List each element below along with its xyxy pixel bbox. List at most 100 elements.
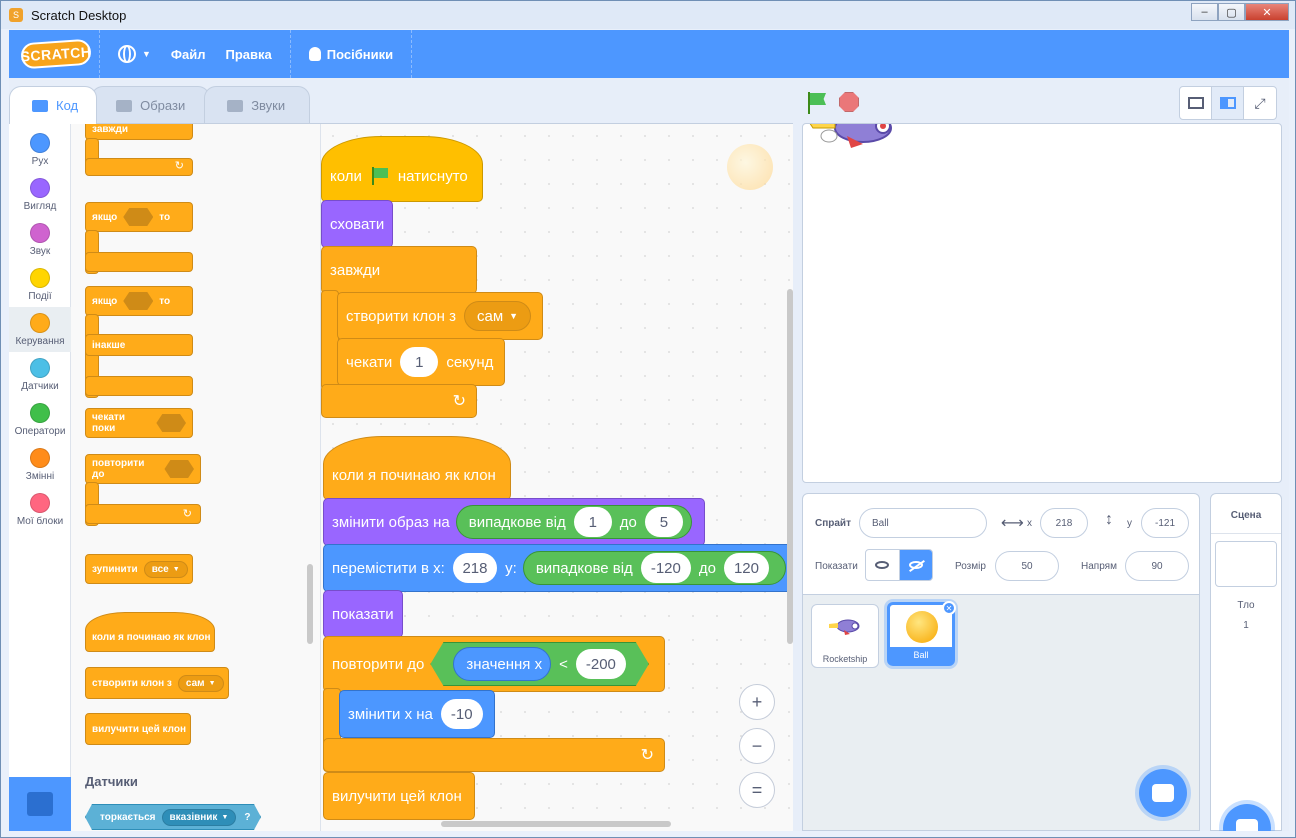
create-clone-block[interactable]: створити клон з сам ▼: [337, 292, 543, 340]
palette-scrollbar[interactable]: [307, 564, 313, 644]
random2-to-input[interactable]: 120: [723, 553, 769, 583]
category-item[interactable]: Мої блоки: [9, 487, 71, 532]
when-start-as-clone-block[interactable]: коли я починаю як клон: [323, 436, 511, 500]
sprite-thumb-rocketship[interactable]: Rocketship: [811, 604, 879, 668]
switch-costume-block[interactable]: змінити образ на випадкове від 1 до 5: [323, 498, 705, 546]
palette-forever-block[interactable]: завжди: [85, 124, 193, 140]
workspace-vertical-scrollbar[interactable]: [787, 289, 793, 644]
stage-canvas[interactable]: [802, 123, 1282, 483]
category-color-dot: [30, 267, 50, 288]
palette-stop-block[interactable]: зупинити все ▼: [85, 554, 193, 584]
random-from-input[interactable]: 1: [573, 507, 612, 537]
script-workspace[interactable]: коли натиснуто сховати завжди створити к…: [321, 124, 793, 831]
when-flag-clicked-block[interactable]: коли натиснуто: [321, 136, 483, 202]
title-bar: S Scratch Desktop – ▢ ✕: [1, 1, 1295, 29]
random-reporter[interactable]: випадкове від 1 до 5: [455, 505, 692, 539]
maximize-button[interactable]: ▢: [1218, 3, 1245, 21]
tab-sounds[interactable]: Звуки: [204, 86, 311, 124]
small-stage-button[interactable]: [1180, 87, 1212, 119]
add-backdrop-button[interactable]: [1223, 804, 1271, 831]
add-extension-button[interactable]: [9, 777, 71, 831]
palette-if-else-block[interactable]: якщо то: [85, 286, 193, 316]
change-x-block[interactable]: змінити х на -10: [339, 690, 495, 738]
fullscreen-button[interactable]: ⤢: [1244, 87, 1276, 119]
scratch-logo[interactable]: SCRATCH: [20, 38, 92, 70]
file-menu[interactable]: Файл: [161, 47, 216, 62]
y-position-input[interactable]: -121: [1141, 508, 1189, 538]
category-item[interactable]: Змінні: [9, 442, 71, 487]
image-add-icon: [1236, 819, 1258, 831]
show-block[interactable]: показати: [323, 590, 403, 638]
category-label: Рух: [31, 155, 49, 167]
block-label: створити клон з: [92, 677, 172, 689]
random-reporter-2[interactable]: випадкове від -120 до 120: [522, 551, 786, 585]
workspace-horizontal-scrollbar[interactable]: [441, 821, 671, 827]
go-to-xy-block[interactable]: перемістити в х: 218 у: випадкове від -1…: [323, 544, 793, 592]
show-sprite-button[interactable]: [866, 550, 899, 580]
large-stage-icon: [1219, 97, 1236, 109]
block-arm: [85, 252, 193, 272]
palette-touching-block[interactable]: торкається вказівник ▼ ?: [85, 804, 261, 830]
less-than-operator[interactable]: значення x < -200: [430, 642, 649, 686]
close-button[interactable]: ✕: [1245, 3, 1289, 21]
palette-if-then-block[interactable]: якщо то: [85, 202, 193, 232]
backdrops-label: Тло: [1237, 600, 1255, 611]
palette-repeat-until-block[interactable]: повторити до: [85, 454, 201, 484]
random2-from-input[interactable]: -120: [640, 553, 691, 583]
category-item[interactable]: Датчики: [9, 352, 71, 397]
goto-x-input[interactable]: 218: [452, 553, 498, 583]
delete-sprite-button[interactable]: ✕: [942, 601, 956, 615]
stop-option-dropdown[interactable]: все ▼: [143, 560, 188, 578]
category-item[interactable]: Оператори: [9, 397, 71, 442]
compare-value-input[interactable]: -200: [575, 649, 626, 679]
category-item[interactable]: Керування: [9, 307, 71, 352]
palette-when-clone-block[interactable]: коли я починаю як клон: [85, 612, 215, 652]
category-label: Вигляд: [23, 200, 57, 212]
block-arm: [85, 376, 193, 396]
category-item[interactable]: Події: [9, 262, 71, 307]
stage-target-pane[interactable]: Сцена Тло 1: [1210, 493, 1282, 831]
direction-input[interactable]: 90: [1125, 551, 1189, 581]
clone-target-dropdown[interactable]: сам ▼: [177, 674, 224, 692]
hide-sprite-button[interactable]: [898, 550, 932, 580]
sprite-info-panel: Спрайт Ball ⟷ x 218 ↕ y -121 Показати Ро…: [802, 493, 1200, 595]
zoom-in-button[interactable]: +: [739, 684, 775, 720]
palette-wait-until-block[interactable]: чекати поки: [85, 408, 193, 438]
category-item[interactable]: Рух: [9, 127, 71, 172]
random-to-input[interactable]: 5: [644, 507, 683, 537]
zoom-reset-button[interactable]: =: [739, 772, 775, 808]
zoom-out-button[interactable]: −: [739, 728, 775, 764]
palette-delete-clone-block[interactable]: вилучити цей клон: [85, 713, 191, 745]
tutorials-menu[interactable]: Посібники: [299, 47, 403, 62]
dropdown-value: вказівник: [169, 811, 218, 823]
sprite-name-input[interactable]: Ball: [859, 508, 987, 538]
category-item[interactable]: Вигляд: [9, 172, 71, 217]
stop-button[interactable]: [839, 92, 859, 112]
repeat-until-block[interactable]: повторити до значення x < -200: [323, 636, 665, 692]
change-x-input[interactable]: -10: [440, 699, 483, 729]
x-position-reporter[interactable]: значення x: [453, 647, 552, 681]
language-menu[interactable]: ▼: [108, 45, 161, 63]
forever-block[interactable]: завжди: [321, 246, 477, 294]
category-item[interactable]: Звук: [9, 217, 71, 262]
green-flag-button[interactable]: [805, 91, 829, 115]
large-stage-button[interactable]: [1212, 87, 1244, 119]
hide-block[interactable]: сховати: [321, 200, 393, 248]
delete-clone-block[interactable]: вилучити цей клон: [323, 772, 475, 820]
clone-target-dropdown[interactable]: сам ▼: [463, 301, 532, 331]
minimize-button[interactable]: –: [1191, 3, 1218, 21]
tab-costumes[interactable]: Образи: [91, 86, 211, 124]
wait-seconds-input[interactable]: 1: [400, 347, 439, 377]
tab-code[interactable]: Код: [9, 86, 98, 124]
repeat-until-bottom: ↻: [323, 738, 665, 772]
block-label: у:: [505, 559, 517, 577]
sprite-thumb-ball[interactable]: ✕ Ball: [887, 601, 956, 666]
edit-menu[interactable]: Правка: [216, 47, 282, 62]
add-sprite-button[interactable]: [1139, 769, 1187, 817]
palette-create-clone-block[interactable]: створити клон з сам ▼: [85, 667, 229, 699]
touching-dropdown[interactable]: вказівник ▼: [161, 808, 237, 826]
wait-block[interactable]: чекати 1 секунд: [337, 338, 505, 386]
x-position-input[interactable]: 218: [1040, 508, 1088, 538]
size-input[interactable]: 50: [995, 551, 1059, 581]
block-label: інакше: [92, 339, 126, 351]
